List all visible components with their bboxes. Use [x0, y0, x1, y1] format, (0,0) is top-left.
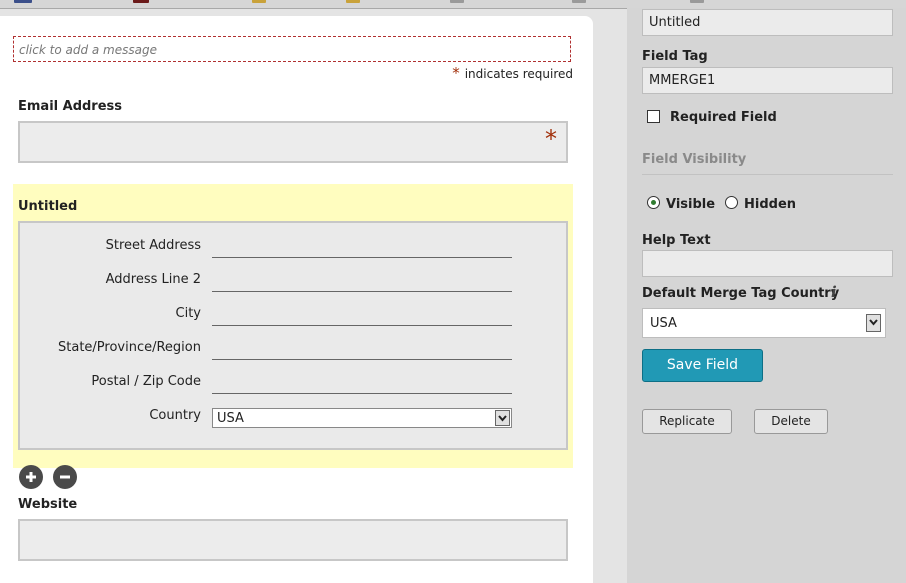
default-country-value: USA [650, 316, 677, 331]
remove-field-button[interactable] [53, 465, 77, 489]
zip-label: Postal / Zip Code [91, 374, 201, 389]
email-label: Email Address [18, 99, 123, 114]
hidden-radio[interactable] [725, 196, 738, 209]
help-text-input[interactable] [642, 250, 893, 277]
help-text-label: Help Text [642, 233, 711, 248]
website-field[interactable] [18, 519, 568, 561]
field-tag-label: Field Tag [642, 49, 708, 64]
field-settings-panel: Untitled Field Tag MMERGE1 Required Fiel… [627, 8, 906, 583]
field-tag-input[interactable]: MMERGE1 [642, 67, 893, 94]
address-line2-input[interactable] [212, 291, 512, 292]
chevron-down-icon[interactable] [495, 410, 510, 426]
address-field-group[interactable]: Untitled Street Address Address Line 2 C… [13, 184, 573, 468]
toolbar-icon[interactable] [133, 0, 149, 3]
delete-button[interactable]: Delete [754, 409, 828, 434]
required-note-text: indicates required [464, 67, 573, 81]
field-label-value: Untitled [649, 15, 701, 30]
field-tag-value: MMERGE1 [649, 73, 716, 88]
country-select-value: USA [217, 411, 244, 426]
toolbar-icon[interactable] [14, 0, 32, 3]
required-field-label: Required Field [670, 110, 777, 125]
add-field-button[interactable] [19, 465, 43, 489]
save-field-button[interactable]: Save Field [642, 349, 763, 382]
website-label: Website [18, 497, 78, 512]
chevron-down-icon[interactable] [866, 314, 881, 332]
street-address-label: Street Address [105, 238, 201, 253]
plus-circle-icon [26, 472, 36, 482]
replicate-button[interactable]: Replicate [642, 409, 732, 434]
email-field[interactable]: * [18, 121, 568, 163]
zip-input[interactable] [212, 393, 512, 394]
country-select[interactable]: USA [212, 408, 512, 428]
state-label: State/Province/Region [58, 340, 201, 355]
info-icon[interactable]: i [831, 283, 837, 301]
toolbar-icon[interactable] [252, 0, 266, 3]
message-placeholder: click to add a message [19, 43, 157, 57]
form-canvas: click to add a message * indicates requir… [0, 16, 593, 583]
country-label: Country [149, 408, 201, 423]
field-visibility-heading: Field Visibility [642, 152, 893, 175]
required-star-icon: * [452, 64, 460, 82]
required-field-checkbox[interactable] [647, 110, 660, 123]
default-country-select[interactable]: USA [642, 308, 886, 338]
toolbar-icon[interactable] [450, 0, 464, 3]
toolbar-icon[interactable] [346, 0, 360, 3]
address-fields: Street Address Address Line 2 City State… [18, 221, 568, 450]
minus-circle-icon [60, 475, 70, 479]
visible-label: Visible [666, 197, 716, 212]
visible-radio[interactable] [647, 196, 660, 209]
toolbar-icon[interactable] [572, 0, 586, 3]
hidden-label: Hidden [744, 197, 797, 212]
city-input[interactable] [212, 325, 512, 326]
field-label-input[interactable]: Untitled [642, 9, 893, 36]
address-line2-label: Address Line 2 [105, 272, 201, 287]
form-message-box[interactable]: click to add a message [13, 36, 571, 62]
state-input[interactable] [212, 359, 512, 360]
city-label: City [175, 306, 201, 321]
toolbar-icon[interactable] [690, 0, 704, 3]
required-star-icon: * [545, 125, 557, 153]
street-address-input[interactable] [212, 257, 512, 258]
required-note: * indicates required [452, 64, 573, 82]
default-country-label: Default Merge Tag Country [642, 286, 840, 301]
address-group-title: Untitled [18, 199, 78, 214]
